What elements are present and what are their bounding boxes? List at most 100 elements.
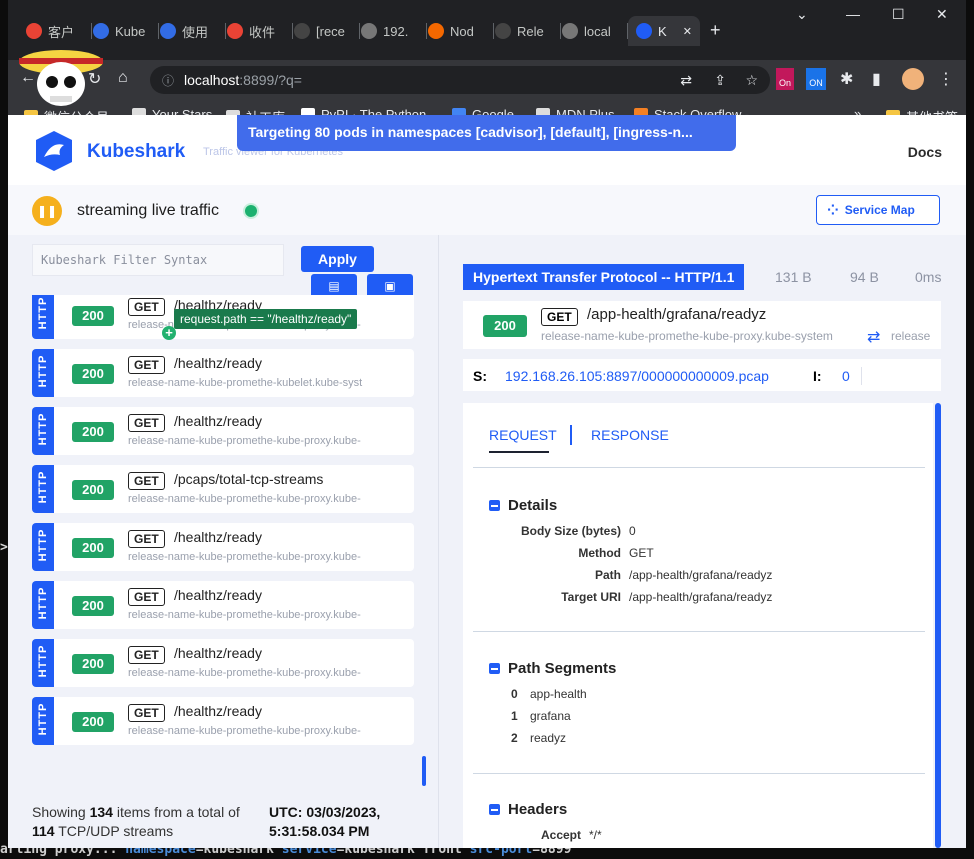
menu-icon[interactable]: ⋮ xyxy=(938,69,954,89)
status-badge[interactable]: 200 xyxy=(72,364,114,384)
browser-tab[interactable]: Nod xyxy=(420,16,494,46)
entry-row[interactable]: HTTP 200 GET/healthz/ready release-name-kub… xyxy=(32,697,414,745)
browser-tab[interactable]: Rele xyxy=(487,16,561,46)
apply-button[interactable]: Apply xyxy=(301,246,374,272)
filter-input[interactable]: Kubeshark Filter Syntax xyxy=(32,244,284,276)
browser-tab[interactable]: [rece xyxy=(286,16,360,46)
entry-service[interactable]: release-name-kube-promethe-kube-proxy.ku… xyxy=(128,667,406,679)
targeting-banner[interactable]: Targeting 80 pods in namespaces [cadviso… xyxy=(237,115,736,151)
entry-path[interactable]: /healthz/ready xyxy=(174,645,262,661)
address-bar[interactable]: ⓘ localhost :8899/?q= ⇄ ⇪ ☆ xyxy=(150,66,770,94)
entry-service[interactable]: release-name-kube-promethe-kube-proxy.ku… xyxy=(128,725,406,737)
detail-value[interactable]: GET xyxy=(629,546,654,560)
home-icon[interactable]: ⌂ xyxy=(118,69,128,87)
site-info-icon[interactable]: ⓘ xyxy=(162,72,174,89)
browser-tab[interactable]: 收件 xyxy=(219,16,293,46)
entry-path[interactable]: /pcaps/total-tcp-streams xyxy=(174,471,323,487)
service-name[interactable]: release-name-kube-promethe-kube-proxy.ku… xyxy=(541,329,833,343)
entry-row[interactable]: HTTP 200 GET/healthz/ready release-name-kub… xyxy=(32,523,414,571)
path-segments-section-header[interactable]: Path Segments xyxy=(489,660,616,677)
method-badge[interactable]: GET xyxy=(128,356,165,374)
entry-path[interactable]: /healthz/ready xyxy=(174,703,262,719)
entry-path[interactable]: /healthz/ready xyxy=(174,413,262,429)
utc-timestamp: UTC: 03/03/2023, 5:31:58.034 PM xyxy=(269,804,381,839)
method-badge[interactable]: GET xyxy=(128,298,165,316)
detail-value[interactable]: /app-health/grafana/readyz xyxy=(629,590,772,604)
details-section-header[interactable]: Details xyxy=(489,497,557,514)
browser-tab[interactable]: local xyxy=(554,16,628,46)
status-badge[interactable]: 200 xyxy=(483,315,527,337)
method-badge[interactable]: GET xyxy=(128,704,165,722)
service-map-button[interactable]: ⁘ Service Map xyxy=(816,195,940,225)
detail-value[interactable]: 0 xyxy=(629,524,636,538)
path-segments-title: Path Segments xyxy=(508,660,617,677)
entry-row[interactable]: HTTP 200 GET/healthz/ready release-name-kub… xyxy=(32,581,414,629)
destination-name[interactable]: release xyxy=(891,329,930,343)
entries-scrollbar[interactable] xyxy=(422,756,426,786)
entry-service[interactable]: release-name-kube-promethe-kubelet.kube-… xyxy=(128,377,406,389)
close-tab-icon[interactable]: ✕ xyxy=(683,25,692,38)
status-badge[interactable]: 200 xyxy=(72,422,114,442)
profile-avatar[interactable] xyxy=(902,68,924,90)
entry-row[interactable]: HTTP 200 GET/pcaps/total-tcp-streams releas… xyxy=(32,465,414,513)
extensions-puzzle-icon[interactable]: ✱ xyxy=(840,69,853,89)
browser-tab[interactable]: 使用 xyxy=(152,16,226,46)
entry-row[interactable]: HTTP 200 GET/healthz/ready release-name-kub… xyxy=(32,349,414,397)
minimize-icon[interactable]: — xyxy=(846,6,860,22)
collapse-icon[interactable] xyxy=(489,804,500,815)
segment-value[interactable]: grafana xyxy=(530,709,571,723)
segment-value[interactable]: readyz xyxy=(530,731,566,745)
method-badge[interactable]: GET xyxy=(541,308,578,326)
entry-row[interactable]: HTTP 200 GET/healthz/ready release-name-kub… xyxy=(32,407,414,455)
pcap-link[interactable]: 192.168.26.105:8897/000000000009.pcap xyxy=(505,368,769,384)
tab-response[interactable]: RESPONSE xyxy=(591,427,669,443)
entry-path[interactable]: /healthz/ready xyxy=(174,529,262,545)
status-badge[interactable]: 200 xyxy=(72,654,114,674)
status-badge[interactable]: 200 xyxy=(72,538,114,558)
entry-service[interactable]: release-name-kube-promethe-kube-proxy.ku… xyxy=(128,493,406,505)
method-badge[interactable]: GET xyxy=(128,530,165,548)
method-badge[interactable]: GET xyxy=(128,646,165,664)
browser-tab[interactable]: K ✕ xyxy=(628,16,700,46)
docs-link[interactable]: Docs xyxy=(908,144,942,160)
close-icon[interactable]: ✕ xyxy=(936,6,948,23)
entry-path[interactable]: /healthz/ready xyxy=(174,587,262,603)
method-badge[interactable]: GET xyxy=(128,472,165,490)
entries-list[interactable]: HTTP 200 GET/healthz/ready release-name-kub… xyxy=(32,295,422,775)
bookmark-star-icon[interactable]: ☆ xyxy=(745,72,758,89)
pause-button[interactable]: ❚❚ xyxy=(32,196,62,226)
browser-tab[interactable]: 192. xyxy=(353,16,427,46)
method-badge[interactable]: GET xyxy=(128,588,165,606)
tab-search-icon[interactable]: ⌄ xyxy=(796,6,808,23)
extension-icon[interactable]: On xyxy=(776,68,794,90)
status-badge[interactable]: 200 xyxy=(72,480,114,500)
request-path[interactable]: /app-health/grafana/readyz xyxy=(587,306,766,323)
detail-value[interactable]: /app-health/grafana/readyz xyxy=(629,568,772,582)
status-bar: ❚❚ streaming live traffic ⁘ Service Map xyxy=(8,185,966,235)
status-badge[interactable]: 200 xyxy=(72,712,114,732)
entry-service[interactable]: release-name-kube-promethe-kube-proxy.ku… xyxy=(128,551,406,563)
detail-scrollbar[interactable] xyxy=(935,403,941,848)
method-badge[interactable]: GET xyxy=(128,414,165,432)
index-value[interactable]: 0 xyxy=(842,368,850,384)
entry-path[interactable]: /healthz/ready xyxy=(174,355,262,371)
entry-service[interactable]: release-name-kube-promethe-kube-proxy.ku… xyxy=(128,435,406,447)
sidepanel-icon[interactable]: ▮ xyxy=(872,69,881,89)
collapse-icon[interactable] xyxy=(489,663,500,674)
new-tab-icon[interactable]: + xyxy=(710,20,721,41)
header-value[interactable]: */* xyxy=(589,828,602,842)
add-filter-icon[interactable]: + xyxy=(162,326,176,340)
translate-icon[interactable]: ⇄ xyxy=(680,72,692,89)
status-badge[interactable]: 200 xyxy=(72,596,114,616)
status-badge[interactable]: 200 xyxy=(72,306,114,326)
headers-section-header[interactable]: Headers xyxy=(489,801,567,818)
extension-on-icon[interactable]: ON xyxy=(806,68,826,90)
kubernetes-icon xyxy=(93,23,109,39)
segment-value[interactable]: app-health xyxy=(530,687,587,701)
entry-row[interactable]: HTTP 200 GET/healthz/ready release-name-kub… xyxy=(32,639,414,687)
maximize-icon[interactable]: ☐ xyxy=(892,6,905,23)
tab-request[interactable]: REQUEST xyxy=(489,427,557,453)
collapse-icon[interactable] xyxy=(489,500,500,511)
share-icon[interactable]: ⇪ xyxy=(714,72,726,89)
entry-service[interactable]: release-name-kube-promethe-kube-proxy.ku… xyxy=(128,609,406,621)
